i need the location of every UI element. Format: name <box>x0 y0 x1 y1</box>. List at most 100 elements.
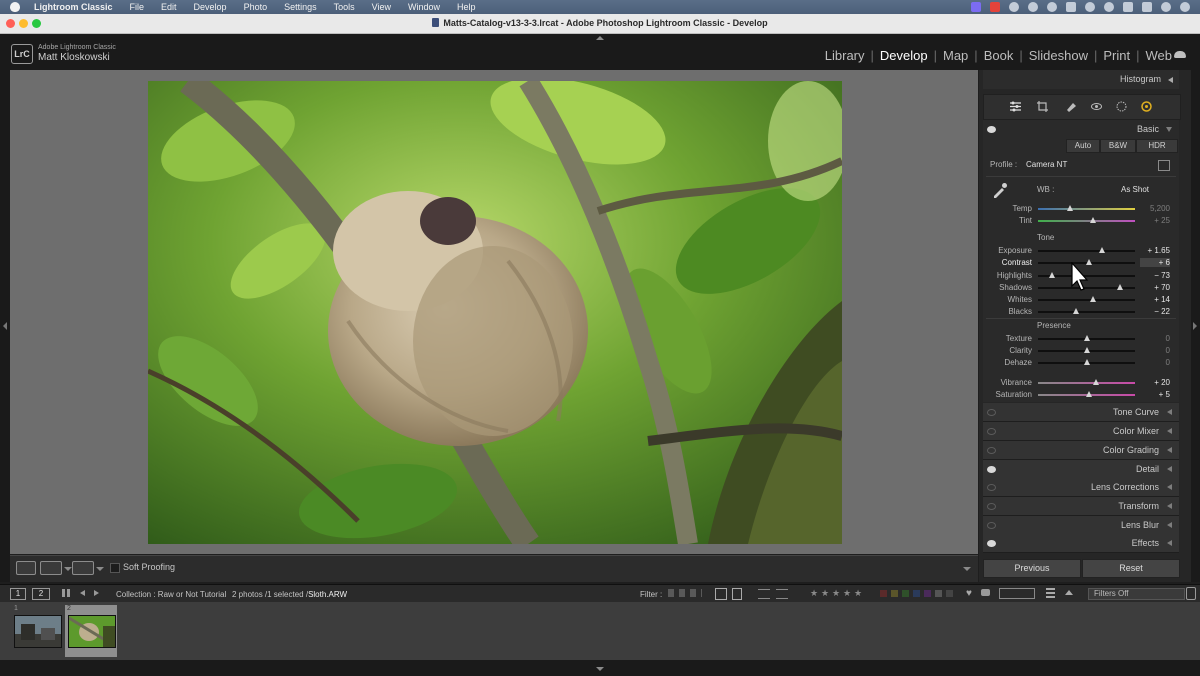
slider-thumb-highlights[interactable] <box>1048 272 1055 278</box>
slider-thumb-blacks[interactable] <box>1072 308 1079 314</box>
rating-star-5[interactable]: ★ <box>854 588 862 599</box>
menu-window[interactable]: Window <box>408 2 440 12</box>
apple-icon[interactable] <box>10 2 20 12</box>
slider-value-whites[interactable]: + 14 <box>1140 295 1170 304</box>
slider-track-exposure[interactable] <box>1038 250 1135 252</box>
loupe-view-button[interactable] <box>16 561 36 575</box>
red-eye-icon[interactable] <box>1091 101 1102 112</box>
heart-icon[interactable]: ♥ <box>966 588 972 599</box>
rating-star-2[interactable]: ★ <box>821 588 829 599</box>
master-photo-filter-icon[interactable] <box>732 588 742 600</box>
edit-sliders-icon[interactable] <box>1010 101 1021 112</box>
filmstrip-thumbnail[interactable] <box>68 615 116 648</box>
primary-window-button[interactable]: 1 <box>10 588 26 600</box>
transform-visibility-eye-icon[interactable] <box>987 503 996 510</box>
slider-thumb-shadows[interactable] <box>1117 284 1124 290</box>
slider-value-clarity[interactable]: 0 <box>1140 346 1170 355</box>
sync-icon[interactable] <box>1028 2 1038 12</box>
color-label-blue[interactable] <box>913 590 920 597</box>
slider-thumb-texture[interactable] <box>1083 335 1090 341</box>
presets-icon[interactable] <box>1141 101 1152 112</box>
slider-thumb-dehaze[interactable] <box>1083 359 1090 365</box>
collection-source[interactable]: Collection : Raw or Not Tutorial <box>116 590 226 599</box>
slider-thumb-tint[interactable] <box>1090 217 1097 223</box>
toolbar-options-icon[interactable] <box>963 567 971 571</box>
lens-corrections-panel-header[interactable]: Lens Corrections <box>983 478 1179 497</box>
lens-blur-panel-header[interactable]: Lens Blur <box>983 516 1179 535</box>
masking-icon[interactable] <box>1116 101 1127 112</box>
flag-filter-icons[interactable] <box>668 589 702 597</box>
slider-value-blacks[interactable]: − 22 <box>1140 307 1170 316</box>
color-grading-panel-header[interactable]: Color Grading <box>983 441 1179 460</box>
rating-star-1[interactable]: ★ <box>810 588 818 599</box>
color-label-green[interactable] <box>902 590 909 597</box>
module-book[interactable]: Book <box>984 48 1014 63</box>
brightness-icon[interactable] <box>1009 2 1019 12</box>
slider-value-dehaze[interactable]: 0 <box>1140 358 1170 367</box>
grid-view-icon[interactable] <box>62 589 70 597</box>
slider-value-shadows[interactable]: + 70 <box>1140 283 1170 292</box>
color-label-custom[interactable] <box>935 590 942 597</box>
app-icon[interactable] <box>1066 2 1076 12</box>
tone-curve-panel-header[interactable]: Tone Curve <box>983 403 1179 422</box>
filmstrip-cell[interactable]: 1 <box>12 605 62 657</box>
back-arrow-icon[interactable] <box>80 590 85 596</box>
slider-thumb-saturation[interactable] <box>1086 391 1093 397</box>
menu-develop[interactable]: Develop <box>194 2 227 12</box>
module-slideshow[interactable]: Slideshow <box>1029 48 1088 63</box>
rating-star-4[interactable]: ★ <box>843 588 851 599</box>
rating-operator-icon[interactable] <box>776 589 788 599</box>
app-status-icon[interactable] <box>990 2 1000 12</box>
color-grading-visibility-eye-icon[interactable] <box>987 447 996 454</box>
lens-corrections-visibility-eye-icon[interactable] <box>987 484 996 491</box>
play-icon[interactable] <box>1085 2 1095 12</box>
module-develop[interactable]: Develop <box>880 48 928 63</box>
menu-photo[interactable]: Photo <box>244 2 268 12</box>
color-mixer-panel-header[interactable]: Color Mixer <box>983 422 1179 441</box>
color-label-yellow[interactable] <box>891 590 898 597</box>
color-label-purple[interactable] <box>924 590 931 597</box>
transform-panel-header[interactable]: Transform <box>983 497 1179 516</box>
top-panel-toggle-icon[interactable] <box>596 36 604 40</box>
slider-track-temp[interactable] <box>1038 208 1135 210</box>
slider-track-vibrance[interactable] <box>1038 382 1135 384</box>
screen-record-icon[interactable] <box>971 2 981 12</box>
tone-curve-visibility-eye-icon[interactable] <box>987 409 996 416</box>
effects-visibility-eye-icon[interactable] <box>987 540 996 547</box>
filter-presets-dropdown[interactable]: Filters Off <box>1088 588 1185 600</box>
kind-filter-icons[interactable] <box>999 588 1035 599</box>
slider-thumb-whites[interactable] <box>1090 296 1097 302</box>
lens-blur-visibility-eye-icon[interactable] <box>987 522 996 529</box>
module-print[interactable]: Print <box>1103 48 1130 63</box>
sloth-photo[interactable] <box>148 81 842 544</box>
module-web[interactable]: Web <box>1146 48 1173 63</box>
previous-button[interactable]: Previous <box>983 559 1081 578</box>
hdr-button[interactable]: HDR <box>1136 139 1178 153</box>
slider-value-temp[interactable]: 5,200 <box>1140 204 1170 213</box>
cloud-sync-icon[interactable] <box>1174 51 1186 58</box>
search-icon[interactable] <box>1161 2 1171 12</box>
crop-icon[interactable] <box>1037 101 1048 112</box>
menu-settings[interactable]: Settings <box>284 2 317 12</box>
profile-dropdown[interactable]: Camera NT <box>1026 160 1067 169</box>
slider-value-exposure[interactable]: + 1.65 <box>1140 246 1170 255</box>
bluetooth-icon[interactable] <box>1104 2 1114 12</box>
stack-icon[interactable] <box>1046 588 1055 598</box>
left-panel-toggle-icon[interactable] <box>3 322 7 330</box>
slider-thumb-clarity[interactable] <box>1083 347 1090 353</box>
menu-edit[interactable]: Edit <box>161 2 177 12</box>
photo-count[interactable]: 2 photos /1 selected /Sloth.ARW <box>232 590 347 599</box>
slider-track-whites[interactable] <box>1038 299 1135 301</box>
menu-view[interactable]: View <box>372 2 391 12</box>
slider-track-tint[interactable] <box>1038 220 1135 222</box>
rating-star-3[interactable]: ★ <box>832 588 840 599</box>
detail-panel-header[interactable]: Detail <box>983 460 1179 479</box>
slider-value-highlights[interactable]: − 73 <box>1140 271 1170 280</box>
filter-switch-icon[interactable] <box>1186 587 1196 600</box>
color-mixer-visibility-eye-icon[interactable] <box>987 428 996 435</box>
profile-browser-icon[interactable] <box>1158 160 1170 171</box>
virtual-copy-filter-icon[interactable] <box>715 588 727 600</box>
before-after-view-button[interactable] <box>40 561 62 575</box>
menu-app-name[interactable]: Lightroom Classic <box>34 2 113 12</box>
wb-dropdown[interactable]: As Shot <box>1121 185 1149 194</box>
